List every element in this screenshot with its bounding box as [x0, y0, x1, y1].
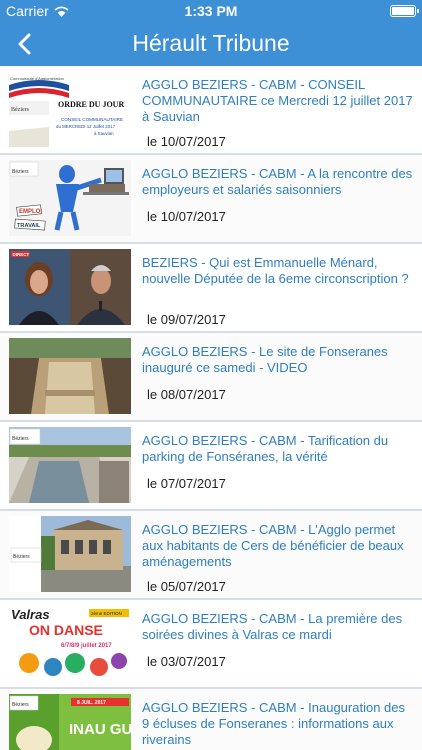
article-thumbnail[interactable]	[9, 338, 131, 414]
article-thumbnail[interactable]: Béziers 8 JUIL. 2017 INAU GURA	[9, 694, 131, 750]
thumb-word2-text: TRAVAIL	[17, 223, 41, 229]
article-thumbnail[interactable]: Communauté d'Agglomération Béziers ORDRE…	[9, 71, 131, 147]
thumb-dates-text: 6/7/8/9 juillet 2017	[61, 643, 112, 649]
article-date: le 05/07/2017	[147, 579, 226, 594]
article-row[interactable]: Béziers AGGLO BEZIERS - CABM - L'Agglo p…	[0, 511, 422, 600]
thumb-line1-text: CONSEIL COMMUNAUTAIRE	[61, 117, 123, 122]
article-headline[interactable]: AGGLO BEZIERS - CABM - A la rencontre de…	[142, 166, 414, 198]
thumb-line3-text: à Sauvian	[94, 131, 114, 136]
article-headline[interactable]: AGGLO BEZIERS - CABM - Tarification du p…	[142, 433, 414, 465]
status-bar: Carrier 1:33 PM	[0, 0, 422, 22]
article-thumbnail[interactable]: Valras ON DANSE 2ème EDITION 6/7/8/9 jui…	[9, 605, 131, 681]
thumb-beziers-text: Béziers	[12, 169, 29, 175]
article-row[interactable]: Béziers AGGLO BEZIERS - CABM - Tarificat…	[0, 422, 422, 511]
article-thumbnail[interactable]: Béziers	[9, 516, 131, 592]
article-thumbnail[interactable]: Béziers EMPLOI TRAVAIL	[9, 160, 131, 236]
thumb-edition-text: 2ème EDITION	[91, 611, 122, 616]
article-date: le 10/07/2017	[147, 134, 226, 149]
article-date: le 07/07/2017	[147, 476, 226, 491]
article-headline[interactable]: BEZIERS - Qui est Emmanuelle Ménard, nou…	[142, 255, 414, 287]
thumb-date-text: 8 JUIL. 2017	[77, 700, 106, 706]
thumb-beziers-text: Béziers	[12, 702, 29, 708]
thumb-agglo-text: Communauté d'Agglomération	[10, 76, 64, 81]
article-date: le 03/07/2017	[147, 654, 226, 669]
thumb-brand-text: Valras	[11, 607, 50, 622]
clock: 1:33 PM	[184, 3, 238, 19]
article-list[interactable]: Communauté d'Agglomération Béziers ORDRE…	[0, 66, 422, 750]
article-thumbnail[interactable]: DIRECT	[9, 249, 131, 325]
article-headline[interactable]: AGGLO BEZIERS - Le site de Fonseranes in…	[142, 344, 414, 376]
page-title: Hérault Tribune	[132, 30, 290, 56]
thumb-word1-text: EMPLOI	[19, 209, 42, 215]
article-row[interactable]: Communauté d'Agglomération Béziers ORDRE…	[0, 66, 422, 155]
article-row[interactable]: Béziers EMPLOI TRAVAIL AGGLO BEZIERS - C…	[0, 155, 422, 244]
article-date: le 09/07/2017	[147, 312, 226, 327]
thumb-beziers-text: Béziers	[11, 107, 30, 113]
battery-icon	[390, 5, 419, 17]
article-row[interactable]: Béziers 8 JUIL. 2017 INAU GURA AGGLO BEZ…	[0, 689, 422, 750]
article-row[interactable]: AGGLO BEZIERS - Le site de Fonseranes in…	[0, 333, 422, 422]
thumb-word-text: ON DANSE	[29, 622, 103, 638]
article-headline[interactable]: AGGLO BEZIERS - CABM - L'Agglo permet au…	[142, 522, 414, 570]
article-headline[interactable]: AGGLO BEZIERS - CABM - La première des s…	[142, 611, 414, 643]
article-headline[interactable]: AGGLO BEZIERS - CABM - Inauguration des …	[142, 700, 414, 748]
article-row[interactable]: DIRECT BEZIERS - Qui est Emmanuelle Ména…	[0, 244, 422, 333]
thumb-line2-text: du MERCREDI 12 Juillet 2017	[56, 124, 116, 129]
thumb-tag-text: DIRECT	[13, 252, 30, 257]
article-date: le 10/07/2017	[147, 209, 226, 224]
thumb-big-text: INAU GURA	[69, 721, 131, 738]
thumb-beziers-text: Béziers	[12, 436, 29, 442]
article-date: le 08/07/2017	[147, 387, 226, 402]
article-headline[interactable]: AGGLO BEZIERS - CABM - CONSEIL COMMUNAUT…	[142, 77, 414, 125]
navigation-bar: Hérault Tribune	[0, 22, 422, 66]
thumb-title-text: ORDRE DU JOUR	[58, 100, 124, 109]
thumb-beziers-text: Béziers	[13, 554, 30, 560]
article-row[interactable]: Valras ON DANSE 2ème EDITION 6/7/8/9 jui…	[0, 600, 422, 689]
article-thumbnail[interactable]: Béziers	[9, 427, 131, 503]
